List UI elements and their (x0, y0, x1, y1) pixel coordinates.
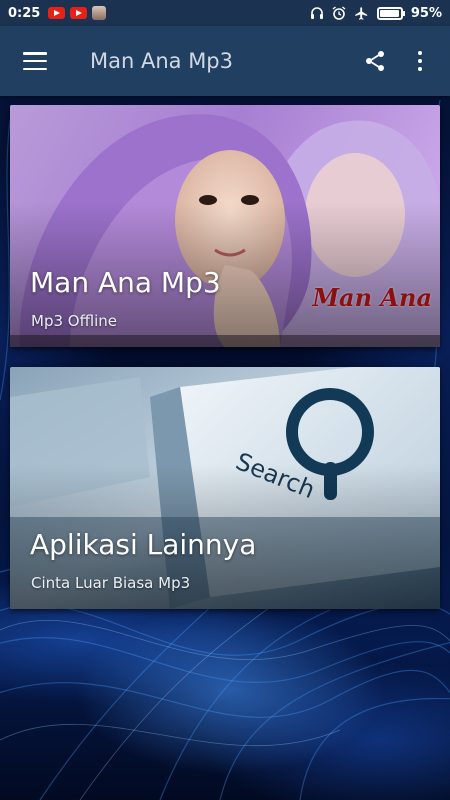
card-aplikasi-lainnya[interactable]: Search Aplikasi Lainnya Cinta Luar Biasa… (10, 367, 440, 609)
card-image-caption: Man Ana (312, 283, 432, 312)
battery-percent: 95% (410, 5, 442, 21)
card-title: Man Ana Mp3 (30, 266, 221, 299)
status-bar: 0:25 95% (0, 0, 450, 26)
menu-icon (23, 52, 47, 70)
app-title: Man Ana Mp3 (90, 49, 234, 73)
youtube-icon (70, 7, 88, 19)
more-options-button[interactable] (400, 26, 440, 96)
menu-button[interactable] (0, 26, 70, 96)
card-subtitle: Cinta Luar Biasa Mp3 (31, 574, 191, 592)
card-man-ana-mp3[interactable]: Man Ana Man Ana Mp3 Mp3 Offline (10, 105, 440, 347)
more-vert-icon (418, 51, 422, 71)
airplane-mode-icon (355, 6, 367, 20)
card-title: Aplikasi Lainnya (30, 528, 257, 561)
card-subtitle: Mp3 Offline (31, 312, 117, 330)
battery-icon (376, 6, 405, 20)
user-avatar-icon (92, 6, 107, 20)
share-icon (366, 51, 384, 71)
youtube-icon (48, 7, 66, 19)
app-bar: Man Ana Mp3 (0, 26, 450, 96)
alarm-icon (332, 6, 346, 20)
status-time: 0:25 (8, 5, 41, 21)
headphones-icon (310, 7, 323, 19)
share-button[interactable] (350, 26, 400, 96)
